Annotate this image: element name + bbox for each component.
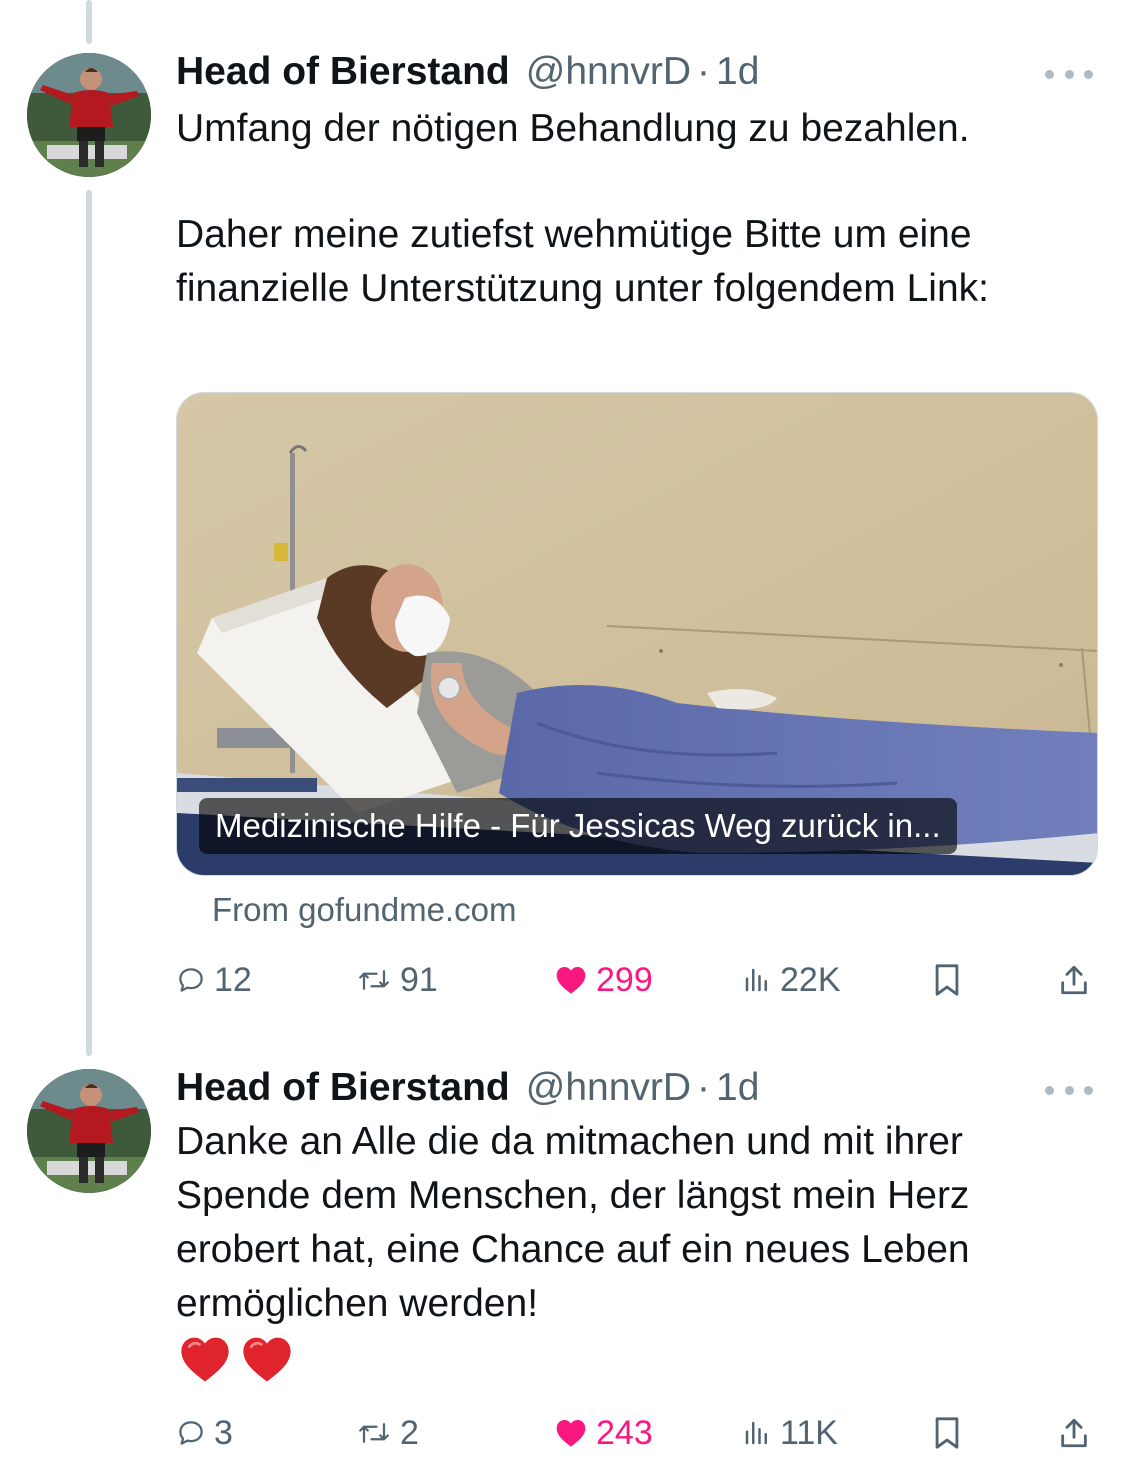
avatar[interactable]	[27, 53, 151, 177]
repost-count: 91	[400, 960, 438, 999]
reply-icon	[179, 1421, 203, 1445]
author-handle[interactable]: @hnnvrD	[526, 50, 691, 94]
views-count: 11K	[780, 1413, 838, 1452]
red-heart-emoji-icon	[181, 1337, 229, 1382]
link-card[interactable]: Medizinische Hilfe - Für Jessicas Weg zu…	[176, 392, 1098, 876]
reply-count: 12	[214, 960, 252, 999]
reply-button[interactable]: 12	[176, 955, 252, 1005]
more-options-icon[interactable]	[1045, 1080, 1093, 1100]
views-count: 22K	[780, 960, 841, 999]
share-button[interactable]	[1058, 955, 1090, 1005]
like-button[interactable]: 243	[554, 1408, 653, 1458]
separator: ·	[697, 1066, 711, 1109]
card-title: Medizinische Hilfe - Für Jessicas Weg zu…	[199, 798, 957, 854]
tweet-1[interactable]: Head of Bierstand @hnnvrD · 1d Umfang de…	[0, 0, 1125, 1050]
share-icon	[1061, 965, 1087, 995]
tweet-text-paragraph: Umfang der nötigen Behandlung zu bezahle…	[176, 107, 970, 150]
share-button[interactable]	[1058, 1408, 1090, 1458]
repost-icon	[359, 970, 389, 990]
bookmark-icon	[935, 1417, 959, 1449]
timestamp[interactable]: 1d	[716, 50, 759, 94]
like-count: 299	[596, 960, 653, 999]
tweet-header: Head of Bierstand @hnnvrD · 1d	[176, 1066, 759, 1110]
football-player-avatar-icon	[27, 1069, 151, 1193]
share-icon	[1061, 1418, 1087, 1448]
tweet-header: Head of Bierstand @hnnvrD · 1d	[176, 50, 759, 94]
bookmark-button[interactable]	[932, 1408, 962, 1458]
red-heart-emoji-icon	[243, 1337, 291, 1382]
football-player-avatar-icon	[27, 53, 151, 177]
tweet-text-paragraph: Daher meine zutiefst wehmütige Bitte um …	[176, 213, 989, 310]
action-bar: 3 2 243 11K	[170, 1408, 1100, 1458]
repost-button[interactable]: 2	[356, 1408, 419, 1458]
bookmark-icon	[935, 964, 959, 996]
bookmark-button[interactable]	[932, 955, 962, 1005]
views-icon	[745, 968, 767, 992]
heart-filled-icon	[556, 967, 586, 994]
like-button[interactable]: 299	[554, 955, 653, 1005]
action-bar: 12 91 299 22K	[170, 955, 1100, 1005]
card-source[interactable]: From gofundme.com	[212, 888, 516, 932]
tweet-text-paragraph: Danke an Alle die da mitmachen und mit i…	[176, 1120, 970, 1325]
repost-count: 2	[400, 1413, 419, 1452]
like-count: 243	[596, 1413, 653, 1452]
avatar[interactable]	[27, 1069, 151, 1193]
repost-button[interactable]: 91	[356, 955, 438, 1005]
emoji-row	[178, 1334, 302, 1388]
views-icon	[745, 1421, 767, 1445]
separator: ·	[697, 50, 711, 93]
views-button[interactable]: 22K	[742, 955, 841, 1005]
reply-icon	[179, 968, 203, 992]
heart-filled-icon	[556, 1420, 586, 1447]
more-options-icon[interactable]	[1045, 64, 1093, 84]
author-handle[interactable]: @hnnvrD	[526, 1066, 691, 1110]
timestamp[interactable]: 1d	[716, 1066, 759, 1110]
reply-count: 3	[214, 1413, 233, 1452]
author-name[interactable]: Head of Bierstand	[176, 1066, 510, 1110]
views-button[interactable]: 11K	[742, 1408, 838, 1458]
author-name[interactable]: Head of Bierstand	[176, 50, 510, 94]
reply-button[interactable]: 3	[176, 1408, 233, 1458]
repost-icon	[359, 1423, 389, 1443]
